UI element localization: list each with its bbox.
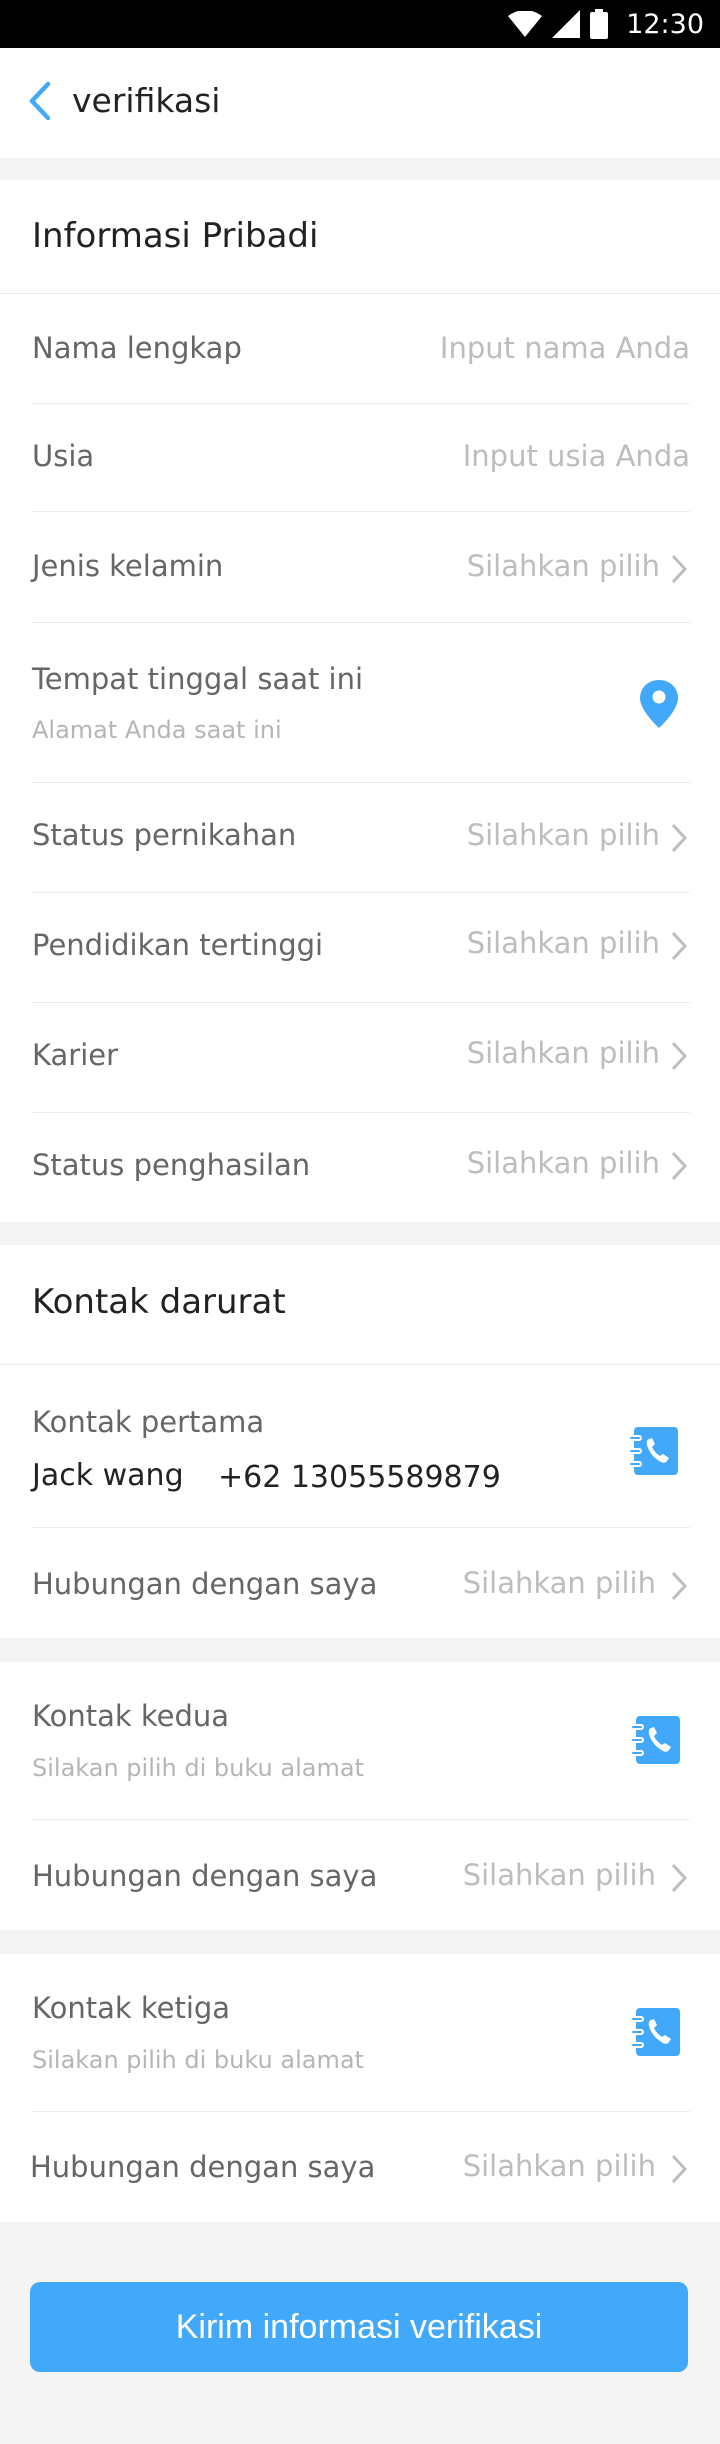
chevron-right-icon [671, 1571, 688, 1601]
chevron-right-icon [671, 1863, 688, 1893]
chevron-right-icon [671, 554, 688, 584]
residence-label: Tempat tinggal saat ini [32, 662, 364, 696]
relation-select[interactable]: Silahkan pilih [463, 1566, 656, 1600]
career-label: Karier [32, 1038, 119, 1072]
relation-label: Hubungan dengan saya [30, 2150, 376, 2184]
divider [32, 1819, 690, 1820]
divider [32, 403, 690, 404]
emergency-contact-section: Kontak darurat Kontak pertama Jack wang … [0, 1245, 720, 1638]
third-contact-label: Kontak ketiga [32, 1991, 231, 2025]
gender-label: Jenis kelamin [32, 549, 224, 583]
section-title-personal: Informasi Pribadi [32, 216, 319, 256]
section-title-emergency: Kontak darurat [32, 1282, 286, 1322]
chevron-right-icon [671, 1151, 688, 1181]
residence-sub: Alamat Anda saat ini [32, 716, 282, 744]
clock: 12:30 [626, 8, 704, 40]
divider [0, 293, 720, 294]
first-contact-name: Jack wang [32, 1458, 184, 1493]
income-status-select[interactable]: Silahkan pilih [467, 1146, 660, 1180]
wifi-icon [508, 11, 543, 37]
third-contact-section: Kontak ketiga Silakan pilih di buku alam… [0, 1954, 720, 2222]
submit-verification-button[interactable]: Kirim informasi verifikasi [30, 2282, 688, 2372]
divider [32, 622, 690, 623]
status-bar: 12:30 [0, 0, 720, 48]
career-select[interactable]: Silahkan pilih [467, 1036, 660, 1070]
chevron-right-icon [671, 1041, 688, 1071]
personal-info-section: Informasi Pribadi Nama lengkap Input nam… [0, 180, 720, 1222]
full-name-input[interactable]: Input nama Anda [440, 331, 690, 365]
third-contact-sub: Silakan pilih di buku alamat [32, 2046, 364, 2074]
app-header: verifikasi [0, 48, 720, 158]
age-label: Usia [32, 439, 95, 473]
education-select[interactable]: Silahkan pilih [467, 926, 660, 960]
signal-icon [552, 10, 581, 38]
second-contact-sub: Silakan pilih di buku alamat [32, 1754, 364, 1782]
chevron-right-icon [671, 823, 688, 853]
marital-status-select[interactable]: Silahkan pilih [467, 818, 660, 852]
divider [32, 1527, 690, 1528]
chevron-right-icon [671, 931, 688, 961]
relation-select[interactable]: Silahkan pilih [463, 1858, 656, 1892]
battery-icon [590, 9, 609, 39]
page-title: verifikasi [72, 81, 221, 120]
divider [32, 892, 690, 893]
back-arrow-icon[interactable] [22, 76, 62, 126]
second-contact-label: Kontak kedua [32, 1699, 230, 1733]
age-input[interactable]: Input usia Anda [463, 439, 690, 473]
address-book-icon[interactable] [630, 2006, 682, 2058]
divider [0, 1364, 720, 1365]
gender-select[interactable]: Silahkan pilih [467, 549, 660, 583]
chevron-right-icon [671, 2154, 688, 2184]
relation-select[interactable]: Silahkan pilih [463, 2149, 656, 2183]
location-pin-icon[interactable] [638, 678, 680, 730]
divider [32, 1112, 690, 1113]
education-label: Pendidikan tertinggi [32, 928, 324, 962]
relation-label: Hubungan dengan saya [32, 1859, 378, 1893]
divider [32, 511, 690, 512]
divider [32, 2111, 690, 2112]
address-book-icon[interactable] [628, 1425, 680, 1477]
marital-status-label: Status pernikahan [32, 818, 297, 852]
divider [32, 782, 690, 783]
first-contact-label: Kontak pertama [32, 1405, 265, 1439]
divider [32, 1002, 690, 1003]
full-name-label: Nama lengkap [32, 331, 242, 365]
relation-label: Hubungan dengan saya [32, 1567, 378, 1601]
income-status-label: Status penghasilan [32, 1148, 311, 1182]
first-contact-phone: +62 13055589879 [218, 1460, 501, 1495]
address-book-icon[interactable] [630, 1714, 682, 1766]
second-contact-section: Kontak kedua Silakan pilih di buku alama… [0, 1662, 720, 1930]
